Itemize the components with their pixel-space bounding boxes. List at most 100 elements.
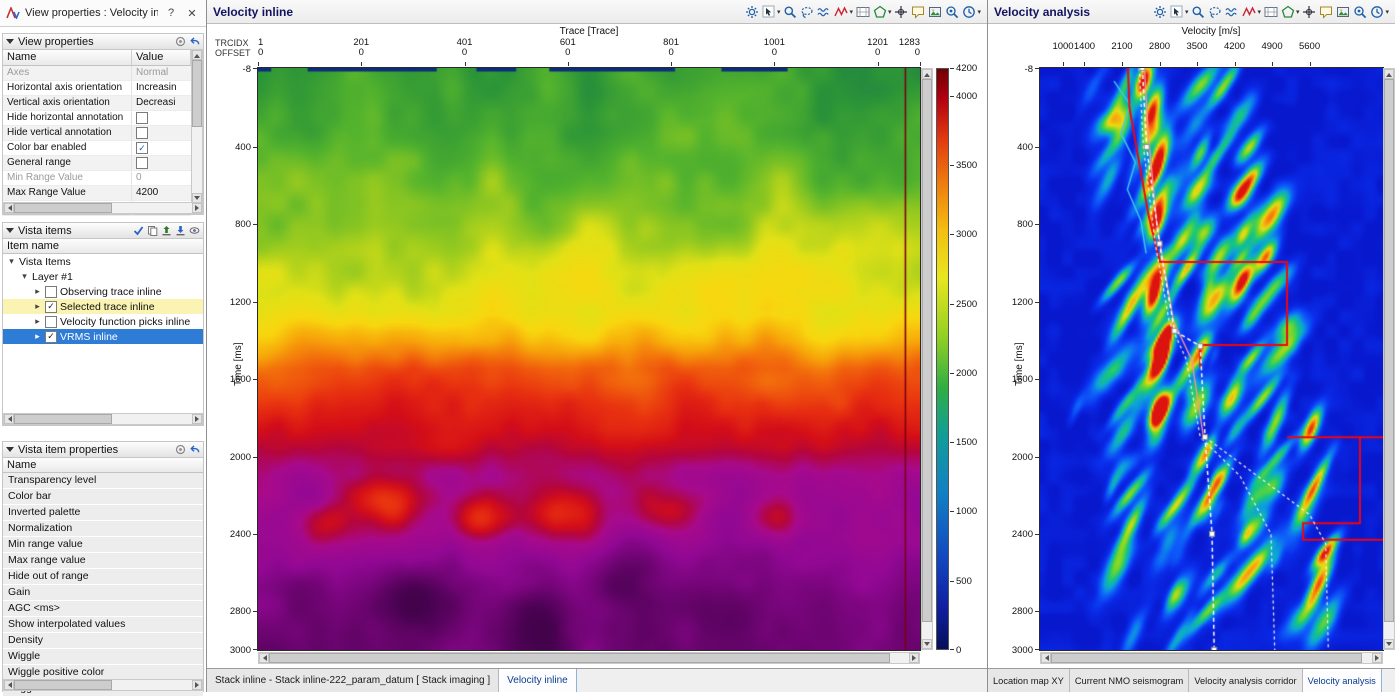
velocity-inline-tab[interactable]: Velocity inline: [499, 669, 577, 692]
scroll-right-button[interactable]: [909, 653, 919, 663]
velocity-inline-tab[interactable]: Stack inline - Stack inline-222_param_da…: [207, 669, 499, 692]
property-row[interactable]: Max Range Value4200: [3, 186, 191, 201]
help-button[interactable]: ?: [163, 7, 179, 19]
close-button[interactable]: ✕: [184, 7, 200, 20]
item-property-row[interactable]: Wiggle: [3, 649, 203, 665]
scroll-track[interactable]: [14, 680, 192, 690]
scroll-down-button[interactable]: [1384, 639, 1394, 649]
view-properties-header[interactable]: View properties: [3, 34, 203, 50]
property-checkbox[interactable]: [136, 112, 148, 124]
scroll-up-button[interactable]: [1384, 69, 1394, 79]
waves-icon[interactable]: [1225, 5, 1239, 19]
properties-vertical-scrollbar[interactable]: [191, 49, 203, 204]
scroll-right-button[interactable]: [192, 203, 202, 213]
image-icon[interactable]: [1336, 5, 1350, 19]
lasso-icon[interactable]: [1208, 5, 1222, 19]
film-icon[interactable]: [856, 5, 870, 19]
upload-icon[interactable]: [161, 225, 172, 236]
tree-item[interactable]: ▸✓Selected trace inline: [3, 299, 203, 314]
download-icon[interactable]: [175, 225, 186, 236]
scroll-left-button[interactable]: [259, 653, 269, 663]
crosshair-icon[interactable]: [1302, 5, 1316, 19]
scroll-thumb[interactable]: [14, 414, 112, 424]
expander-icon[interactable]: ▸: [33, 316, 42, 327]
zoom-icon[interactable]: [783, 5, 797, 19]
scroll-left-button[interactable]: [4, 680, 14, 690]
item-property-row[interactable]: Normalization: [3, 521, 203, 537]
velocity-analysis-tab[interactable]: Current NMO seismogram: [1070, 669, 1190, 692]
scroll-thumb[interactable]: [1384, 79, 1394, 622]
item-property-row[interactable]: Min range value: [3, 537, 203, 553]
scroll-thumb[interactable]: [192, 60, 202, 127]
zigzag-icon[interactable]: ▾: [834, 5, 853, 19]
scroll-track[interactable]: [269, 653, 909, 663]
item-property-row[interactable]: Hide out of range: [3, 569, 203, 585]
shape-icon[interactable]: ▾: [873, 5, 892, 19]
collapse-icon[interactable]: [6, 447, 14, 452]
expander-icon[interactable]: ▸: [33, 301, 42, 312]
reset-icon[interactable]: [175, 36, 186, 47]
gear-icon[interactable]: [745, 5, 759, 19]
property-row[interactable]: Color bar enabled✓: [3, 141, 191, 156]
property-row[interactable]: AxesNormal: [3, 66, 191, 81]
scroll-thumb[interactable]: [1051, 653, 1362, 663]
property-checkbox[interactable]: [136, 127, 148, 139]
scroll-down-button[interactable]: [922, 639, 932, 649]
tree-item[interactable]: ▸✓VRMS inline: [3, 329, 203, 344]
expander-icon[interactable]: ▾: [20, 271, 29, 282]
scroll-left-button[interactable]: [1041, 653, 1051, 663]
scroll-thumb[interactable]: [14, 203, 112, 213]
scroll-up-button[interactable]: [192, 50, 202, 60]
paste-icon[interactable]: [147, 225, 158, 236]
crosshair-icon[interactable]: [894, 5, 908, 19]
visibility-icon[interactable]: [189, 225, 200, 236]
item-checkbox[interactable]: ✓: [45, 331, 57, 343]
image-icon[interactable]: [928, 5, 942, 19]
velocity-inline-vertical-scrollbar[interactable]: [921, 68, 933, 650]
lasso-icon[interactable]: [800, 5, 814, 19]
scroll-track[interactable]: [1051, 653, 1372, 663]
expander-icon[interactable]: ▸: [33, 331, 42, 342]
scroll-thumb[interactable]: [269, 653, 890, 663]
scroll-left-button[interactable]: [4, 414, 14, 424]
item-property-row[interactable]: Show interpolated values: [3, 617, 203, 633]
waves-icon[interactable]: [817, 5, 831, 19]
scroll-up-button[interactable]: [922, 69, 932, 79]
velocity-analysis-tab[interactable]: Velocity analysis corridor: [1189, 669, 1302, 692]
collapse-icon[interactable]: [6, 39, 14, 44]
scroll-right-button[interactable]: [192, 414, 202, 424]
vista-items-horizontal-scrollbar[interactable]: [3, 413, 203, 425]
property-checkbox[interactable]: [136, 157, 148, 169]
item-checkbox[interactable]: ✓: [45, 301, 57, 313]
property-checkbox[interactable]: ✓: [136, 142, 148, 154]
select-mode-icon[interactable]: ▾: [1170, 5, 1189, 19]
vista-item-properties-header[interactable]: Vista item properties: [3, 442, 203, 458]
undo-icon[interactable]: [189, 36, 200, 47]
item-property-row[interactable]: Color bar: [3, 489, 203, 505]
vista-item-properties-scrollbar[interactable]: [3, 679, 203, 691]
property-row[interactable]: Hide vertical annotation: [3, 126, 191, 141]
velocity-analysis-horizontal-scrollbar[interactable]: [1040, 652, 1383, 664]
scroll-track[interactable]: [192, 60, 202, 193]
item-checkbox[interactable]: [45, 286, 57, 298]
scroll-thumb[interactable]: [922, 79, 932, 622]
collapse-icon[interactable]: [6, 228, 14, 233]
properties-horizontal-scrollbar[interactable]: [3, 202, 203, 214]
velocity-inline-horizontal-scrollbar[interactable]: [258, 652, 920, 664]
select-mode-icon[interactable]: ▾: [762, 5, 781, 19]
reset-icon[interactable]: [175, 444, 186, 455]
velocity-analysis-tab[interactable]: Velocity analysis: [1303, 669, 1382, 692]
property-row[interactable]: Vertical axis orientationDecreasi: [3, 96, 191, 111]
scroll-track[interactable]: [922, 79, 932, 639]
vista-items-header[interactable]: Vista items: [3, 223, 203, 239]
comment-icon[interactable]: [911, 5, 925, 19]
velocity-analysis-tab[interactable]: Location map XY: [988, 669, 1070, 692]
scroll-thumb[interactable]: [14, 680, 112, 690]
item-property-row[interactable]: Inverted palette: [3, 505, 203, 521]
scroll-track[interactable]: [1384, 79, 1394, 639]
history-icon[interactable]: ▾: [1370, 5, 1389, 19]
item-property-row[interactable]: Max range value: [3, 553, 203, 569]
expander-icon[interactable]: ▸: [33, 286, 42, 297]
tree-item[interactable]: ▾Layer #1: [3, 269, 203, 284]
item-checkbox[interactable]: [45, 316, 57, 328]
